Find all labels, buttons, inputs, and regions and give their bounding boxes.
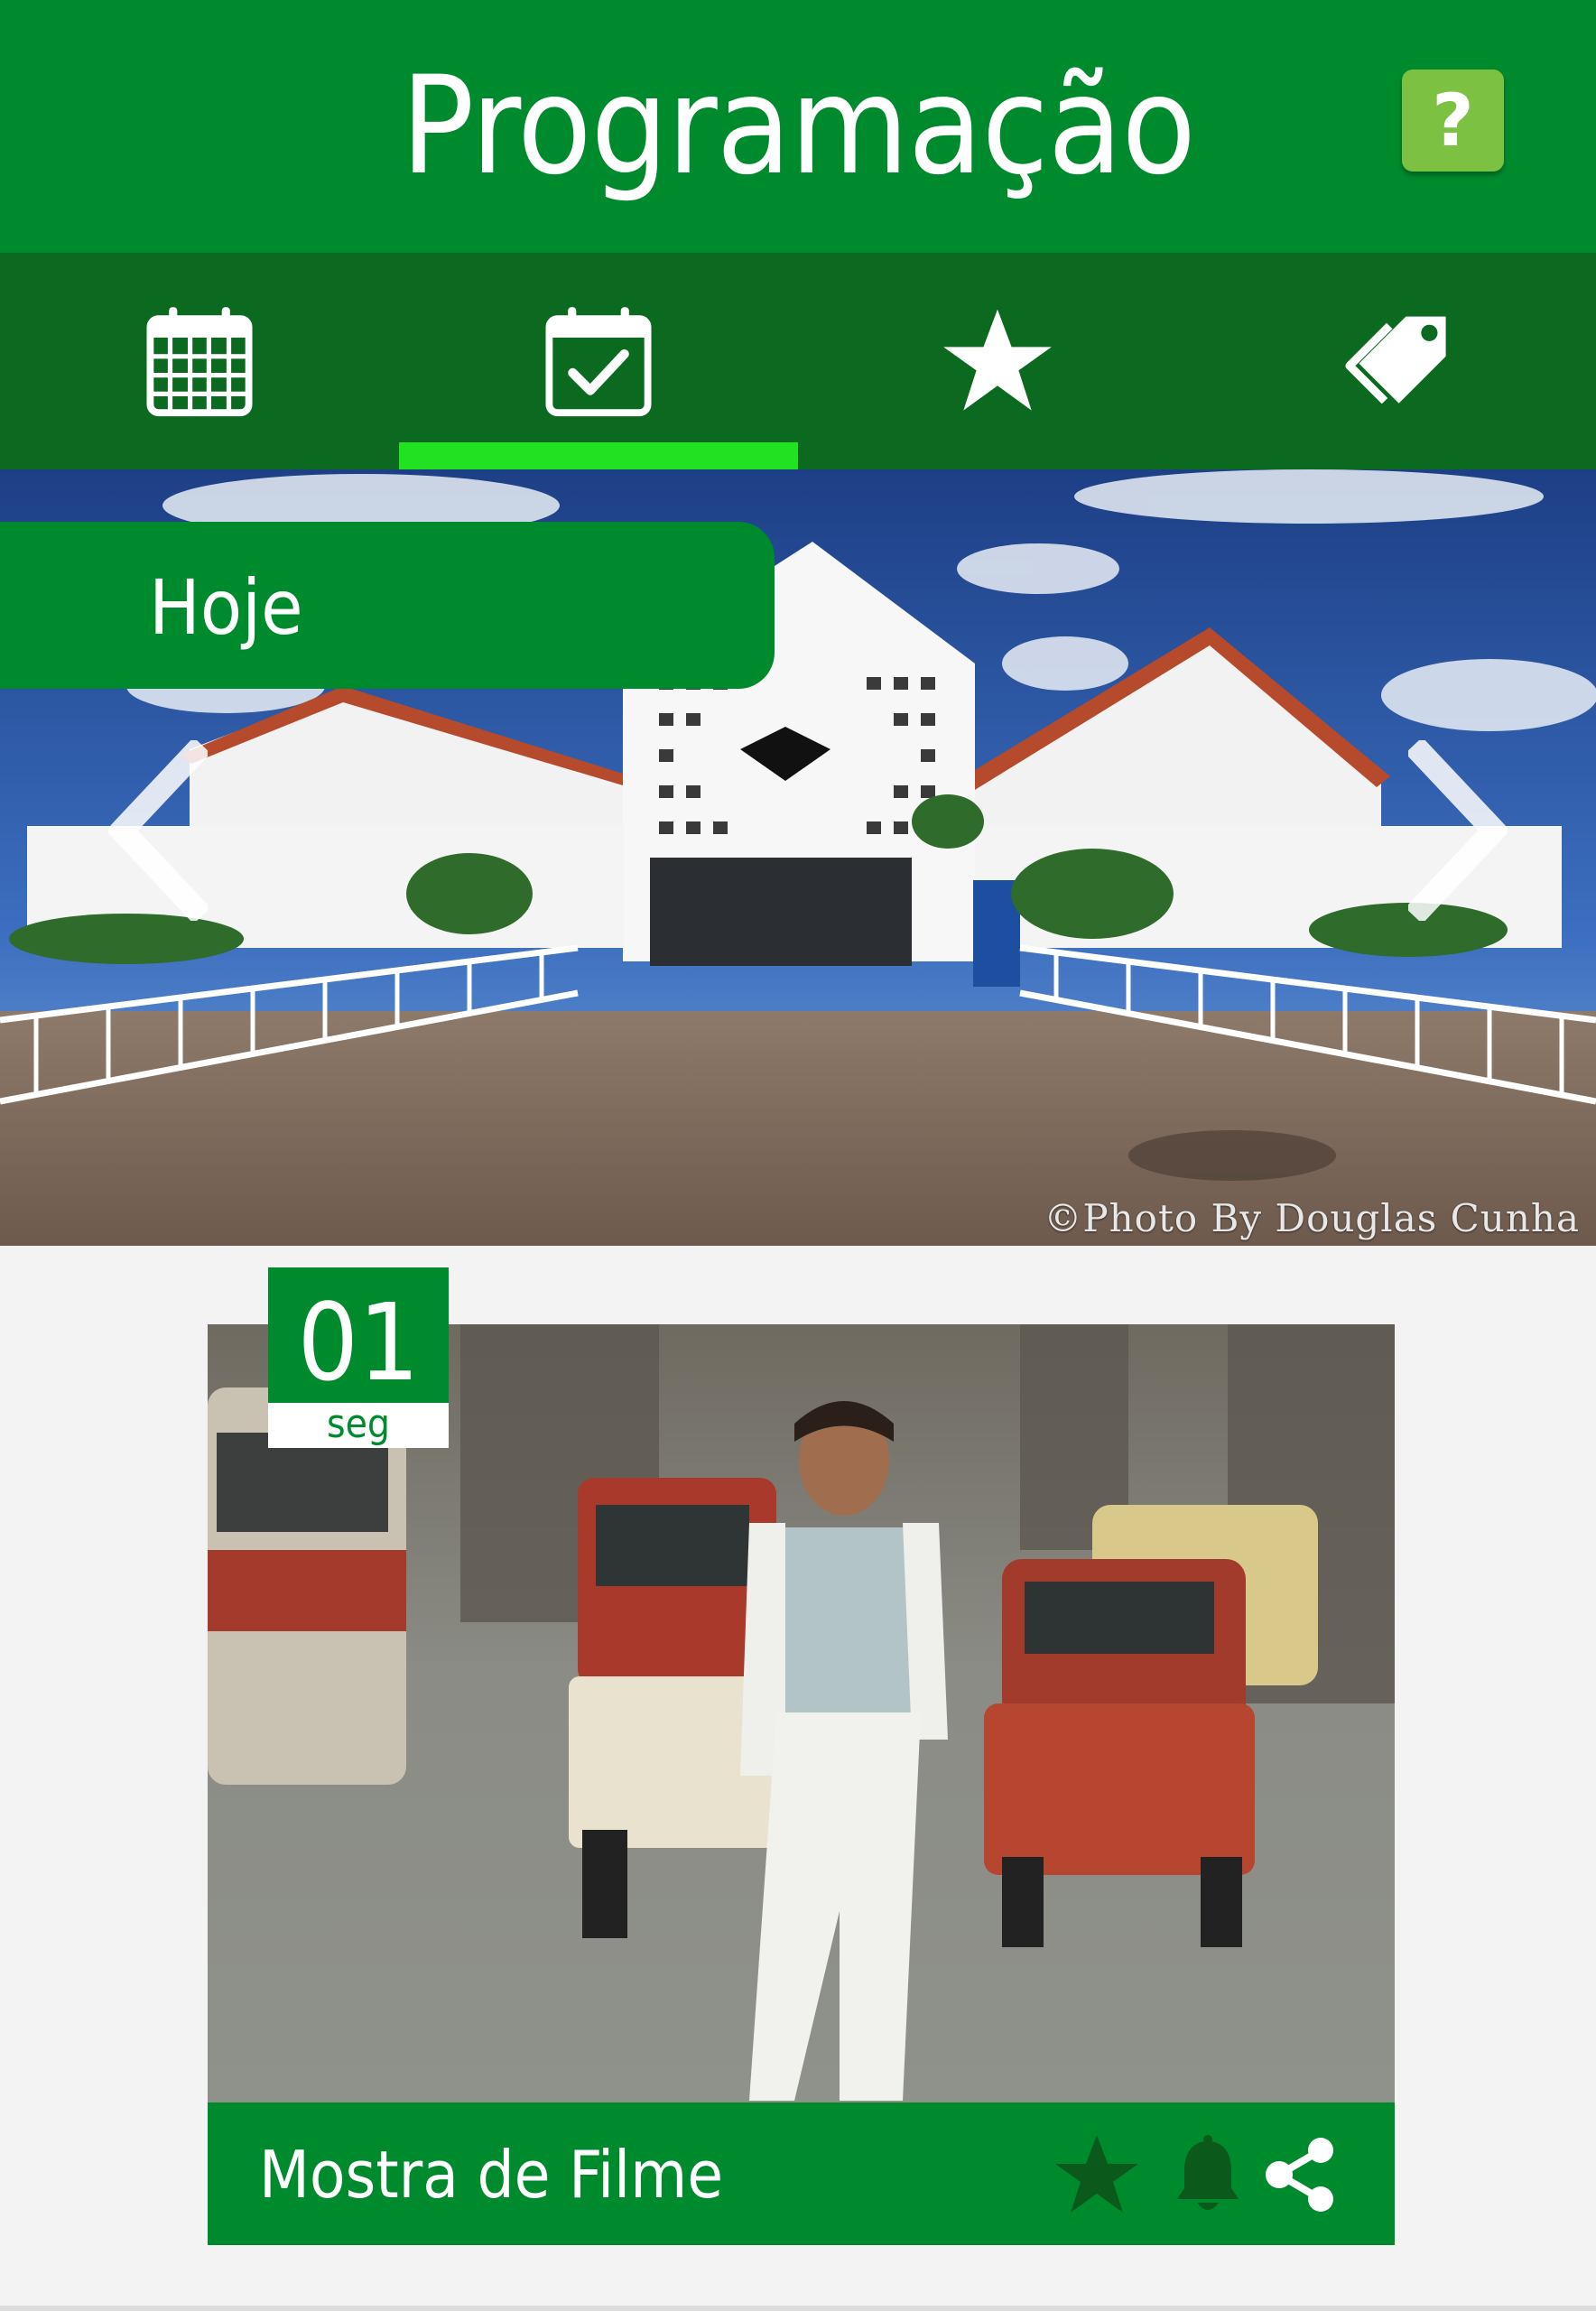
day-label-text: Hoje: [149, 563, 303, 652]
page-title: Programação: [401, 48, 1196, 205]
favorite-button[interactable]: [1052, 2130, 1142, 2220]
chevron-right-icon[interactable]: [1408, 740, 1508, 921]
tab-bar: [0, 253, 1596, 469]
bell-icon: [1177, 2135, 1239, 2210]
star-icon: [943, 309, 1052, 411]
event-footer: Mostra de Filme: [208, 2102, 1395, 2245]
hero-carousel: Hoje ©Photo By Douglas Cunha: [0, 469, 1596, 1246]
date-weekday: seg: [268, 1403, 449, 1448]
date-badge: 01 seg: [268, 1267, 449, 1448]
help-button[interactable]: ?: [1402, 70, 1504, 172]
star-icon: [1055, 2135, 1138, 2213]
bottom-divider: [0, 2306, 1596, 2311]
tab-tags[interactable]: [1197, 253, 1596, 469]
tab-calendar[interactable]: [0, 253, 399, 469]
calendar-icon: [146, 307, 253, 417]
chevron-left-icon[interactable]: [108, 740, 208, 921]
tab-today[interactable]: [399, 253, 798, 469]
calendar-check-icon: [545, 307, 652, 417]
date-day: 01: [297, 1280, 420, 1405]
app-header: Programação ?: [0, 0, 1596, 253]
reminder-button[interactable]: [1163, 2130, 1253, 2220]
share-icon: [1266, 2138, 1333, 2212]
day-label: Hoje: [0, 522, 775, 689]
share-button[interactable]: [1255, 2130, 1345, 2220]
active-tab-indicator: [399, 442, 798, 469]
event-card[interactable]: Mostra de Filme: [208, 1324, 1395, 2245]
photo-credit: ©Photo By Douglas Cunha: [1044, 1196, 1580, 1240]
tab-favorites[interactable]: [798, 253, 1197, 469]
event-title: Mostra de Filme: [259, 2137, 724, 2213]
help-icon: ?: [1432, 78, 1474, 162]
tag-icon: [1345, 316, 1446, 404]
